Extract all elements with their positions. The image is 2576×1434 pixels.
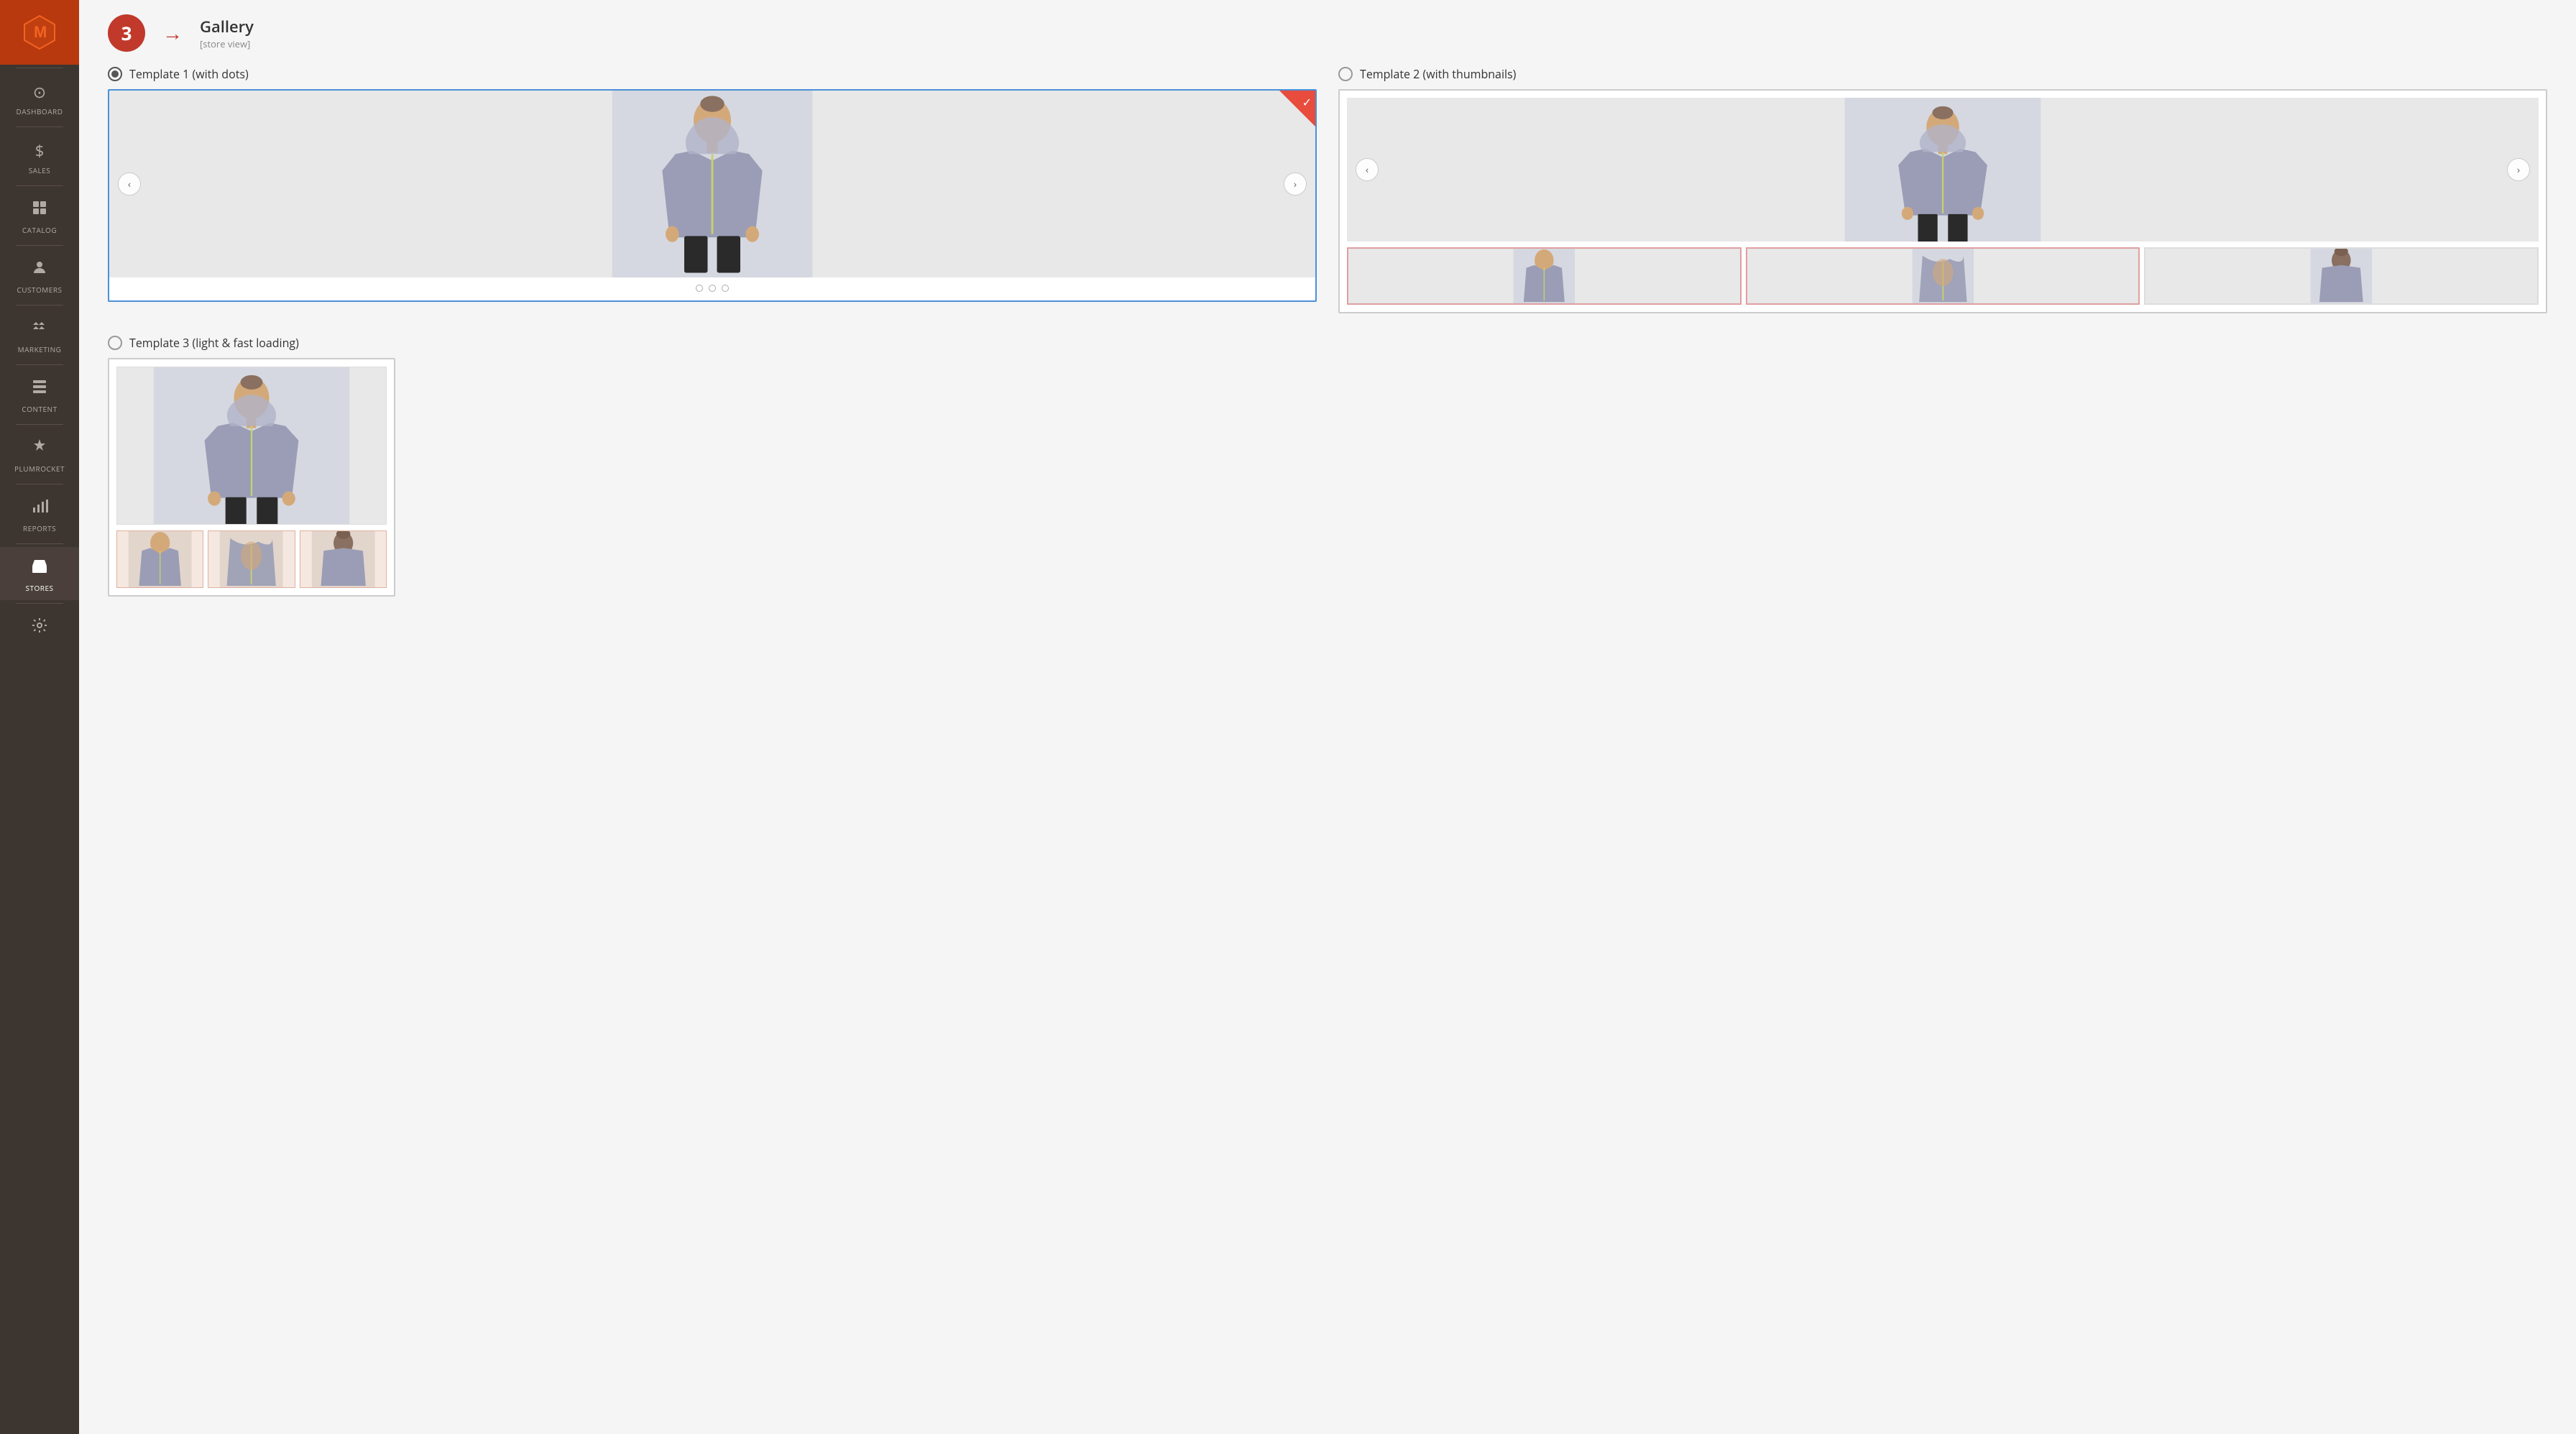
- sidebar-item-sales[interactable]: $ SALES: [0, 130, 79, 183]
- sidebar-item-marketing[interactable]: MARKETING: [0, 308, 79, 362]
- template-3-thumb-1[interactable]: [116, 530, 203, 588]
- sidebar-item-stores-label: STORES: [26, 583, 54, 593]
- customers-icon: [31, 259, 48, 281]
- sidebar-item-customers-label: CUSTOMERS: [17, 285, 62, 295]
- dot-1[interactable]: [696, 285, 703, 292]
- system-icon: [31, 617, 48, 639]
- thumb-jacket-front: [1348, 249, 1740, 303]
- sidebar-item-dashboard[interactable]: ⊙ DASHBOARD: [0, 71, 79, 124]
- sales-icon: $: [35, 140, 45, 162]
- step-number: 3: [121, 20, 132, 46]
- dot-2[interactable]: [709, 285, 716, 292]
- sidebar-item-dashboard-label: DASHBOARD: [17, 106, 63, 116]
- template-2-thumb-3[interactable]: [2144, 247, 2539, 305]
- template-1-radio[interactable]: [108, 67, 122, 81]
- step-arrow-icon: →: [162, 19, 183, 47]
- template-3-thumb-2[interactable]: [208, 530, 295, 588]
- sidebar-item-plumrocket[interactable]: PLUMROCKET: [0, 428, 79, 481]
- template-3-thumb-3[interactable]: [300, 530, 387, 588]
- template-2-text: Template 2 (with thumbnails): [1360, 66, 1516, 82]
- template-1-text: Template 1 (with dots): [129, 66, 249, 82]
- sidebar-item-catalog-label: CATALOG: [22, 225, 57, 235]
- template-3-main-image: [116, 367, 387, 525]
- reports-icon: [31, 497, 48, 520]
- template-1-label[interactable]: Template 1 (with dots): [108, 66, 1317, 82]
- t3-thumb-jacket-back: [300, 531, 386, 587]
- t3-thumb-jacket-front: [117, 531, 203, 587]
- template-2-label[interactable]: Template 2 (with thumbnails): [1338, 66, 2547, 82]
- content-icon: [31, 378, 48, 400]
- gallery-subtitle: [store view]: [200, 37, 254, 50]
- page-header: 3 → Gallery [store view]: [79, 0, 2576, 59]
- thumb-jacket-detail: [1747, 249, 2139, 303]
- sidebar-logo: M: [0, 0, 79, 65]
- template-option-2: Template 2 (with thumbnails) ‹: [1338, 66, 2547, 313]
- template-1-dots: [109, 277, 1315, 300]
- main-content: 3 → Gallery [store view] Template 1 (wit…: [79, 0, 2576, 1434]
- template-option-1: Template 1 (with dots) ‹: [108, 66, 1317, 302]
- dashboard-icon: ⊙: [33, 81, 46, 103]
- sidebar-item-catalog[interactable]: CATALOG: [0, 189, 79, 242]
- sidebar-divider: [16, 364, 63, 365]
- sidebar-item-customers[interactable]: CUSTOMERS: [0, 249, 79, 302]
- template-2-thumb-2[interactable]: [1746, 247, 2140, 305]
- sidebar-item-plumrocket-label: PLUMROCKET: [14, 464, 65, 474]
- jacket-svg-1: [109, 91, 1315, 277]
- sidebar-divider: [16, 543, 63, 544]
- t3-thumb-jacket-detail: [208, 531, 294, 587]
- jacket-svg-3: [117, 367, 386, 524]
- gallery-title: Gallery: [200, 16, 254, 37]
- sidebar-item-reports-label: REPORTS: [23, 523, 56, 533]
- sidebar-item-reports[interactable]: REPORTS: [0, 487, 79, 541]
- sidebar-item-stores[interactable]: STORES: [0, 547, 79, 600]
- template-2-thumbnails: [1347, 247, 2539, 305]
- templates-row-1: Template 1 (with dots) ‹: [108, 66, 2547, 313]
- sidebar-item-marketing-label: MARKETING: [18, 344, 62, 354]
- gallery-title-block: Gallery [store view]: [200, 16, 254, 50]
- sidebar-item-system[interactable]: [0, 607, 79, 650]
- template-2-next-arrow[interactable]: ›: [2507, 158, 2530, 181]
- sidebar: M ⊙ DASHBOARD $ SALES CATALOG CUSTOMERS …: [0, 0, 79, 1434]
- template-2-main-image: ‹: [1347, 98, 2539, 242]
- sidebar-divider: [16, 245, 63, 246]
- template-2-preview: ‹: [1338, 89, 2547, 313]
- template-2-radio[interactable]: [1338, 67, 1353, 81]
- template-option-3: Template 3 (light & fast loading): [108, 335, 395, 597]
- template-1-prev-arrow[interactable]: ‹: [118, 173, 141, 196]
- plumrocket-icon: [31, 438, 48, 460]
- sidebar-divider: [16, 603, 63, 604]
- stores-icon: [31, 557, 48, 579]
- thumb-jacket-back: [2145, 249, 2537, 303]
- template-3-thumbnails: [116, 530, 387, 588]
- template-3-radio[interactable]: [108, 336, 122, 350]
- sidebar-item-content-label: CONTENT: [22, 404, 57, 414]
- template-1-main-image: ‹: [109, 91, 1315, 277]
- catalog-icon: [31, 199, 48, 221]
- template-3-preview: [108, 358, 395, 597]
- jacket-svg-2: [1347, 98, 2539, 242]
- template-3-text: Template 3 (light & fast loading): [129, 335, 299, 351]
- template-1-preview: ‹: [108, 89, 1317, 302]
- step-badge: 3: [108, 14, 145, 52]
- template-2-thumb-1[interactable]: [1347, 247, 1742, 305]
- sidebar-divider: [16, 424, 63, 425]
- sidebar-item-content[interactable]: CONTENT: [0, 368, 79, 421]
- dot-3[interactable]: [722, 285, 729, 292]
- template-1-next-arrow[interactable]: ›: [1284, 173, 1307, 196]
- sidebar-divider: [16, 185, 63, 186]
- magento-logo-icon: M: [20, 13, 59, 52]
- sidebar-item-sales-label: SALES: [29, 165, 51, 175]
- template-3-label[interactable]: Template 3 (light & fast loading): [108, 335, 395, 351]
- template-2-prev-arrow[interactable]: ‹: [1356, 158, 1379, 181]
- marketing-icon: [31, 318, 48, 341]
- svg-text:M: M: [34, 23, 47, 41]
- templates-container: Template 1 (with dots) ‹: [79, 59, 2576, 618]
